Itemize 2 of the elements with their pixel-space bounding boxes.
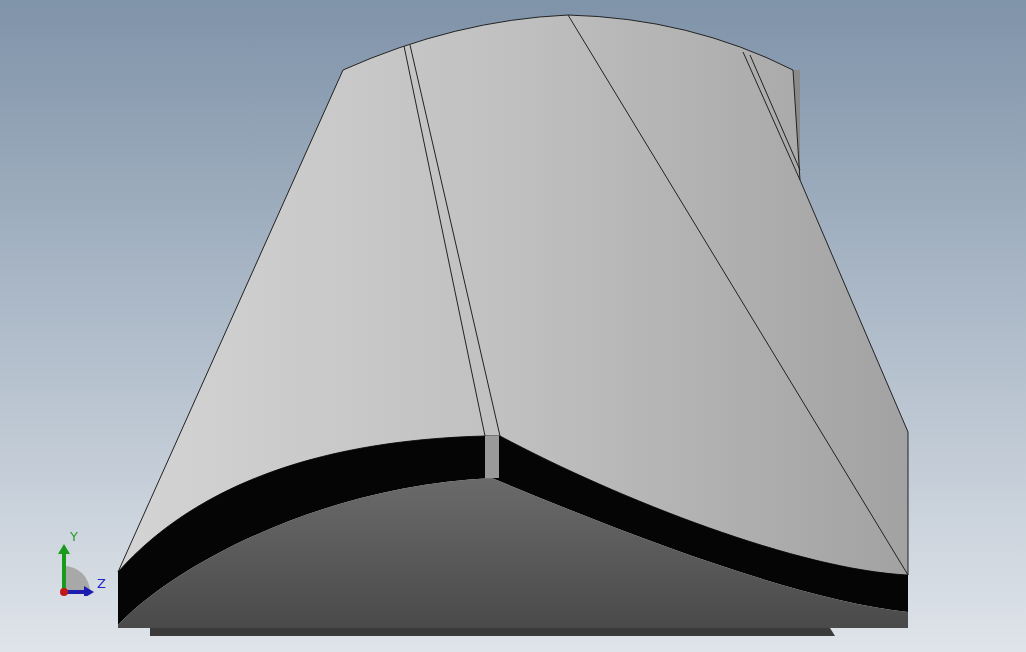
axis-label: Y (70, 530, 78, 543)
axis-label: Z (97, 577, 106, 590)
